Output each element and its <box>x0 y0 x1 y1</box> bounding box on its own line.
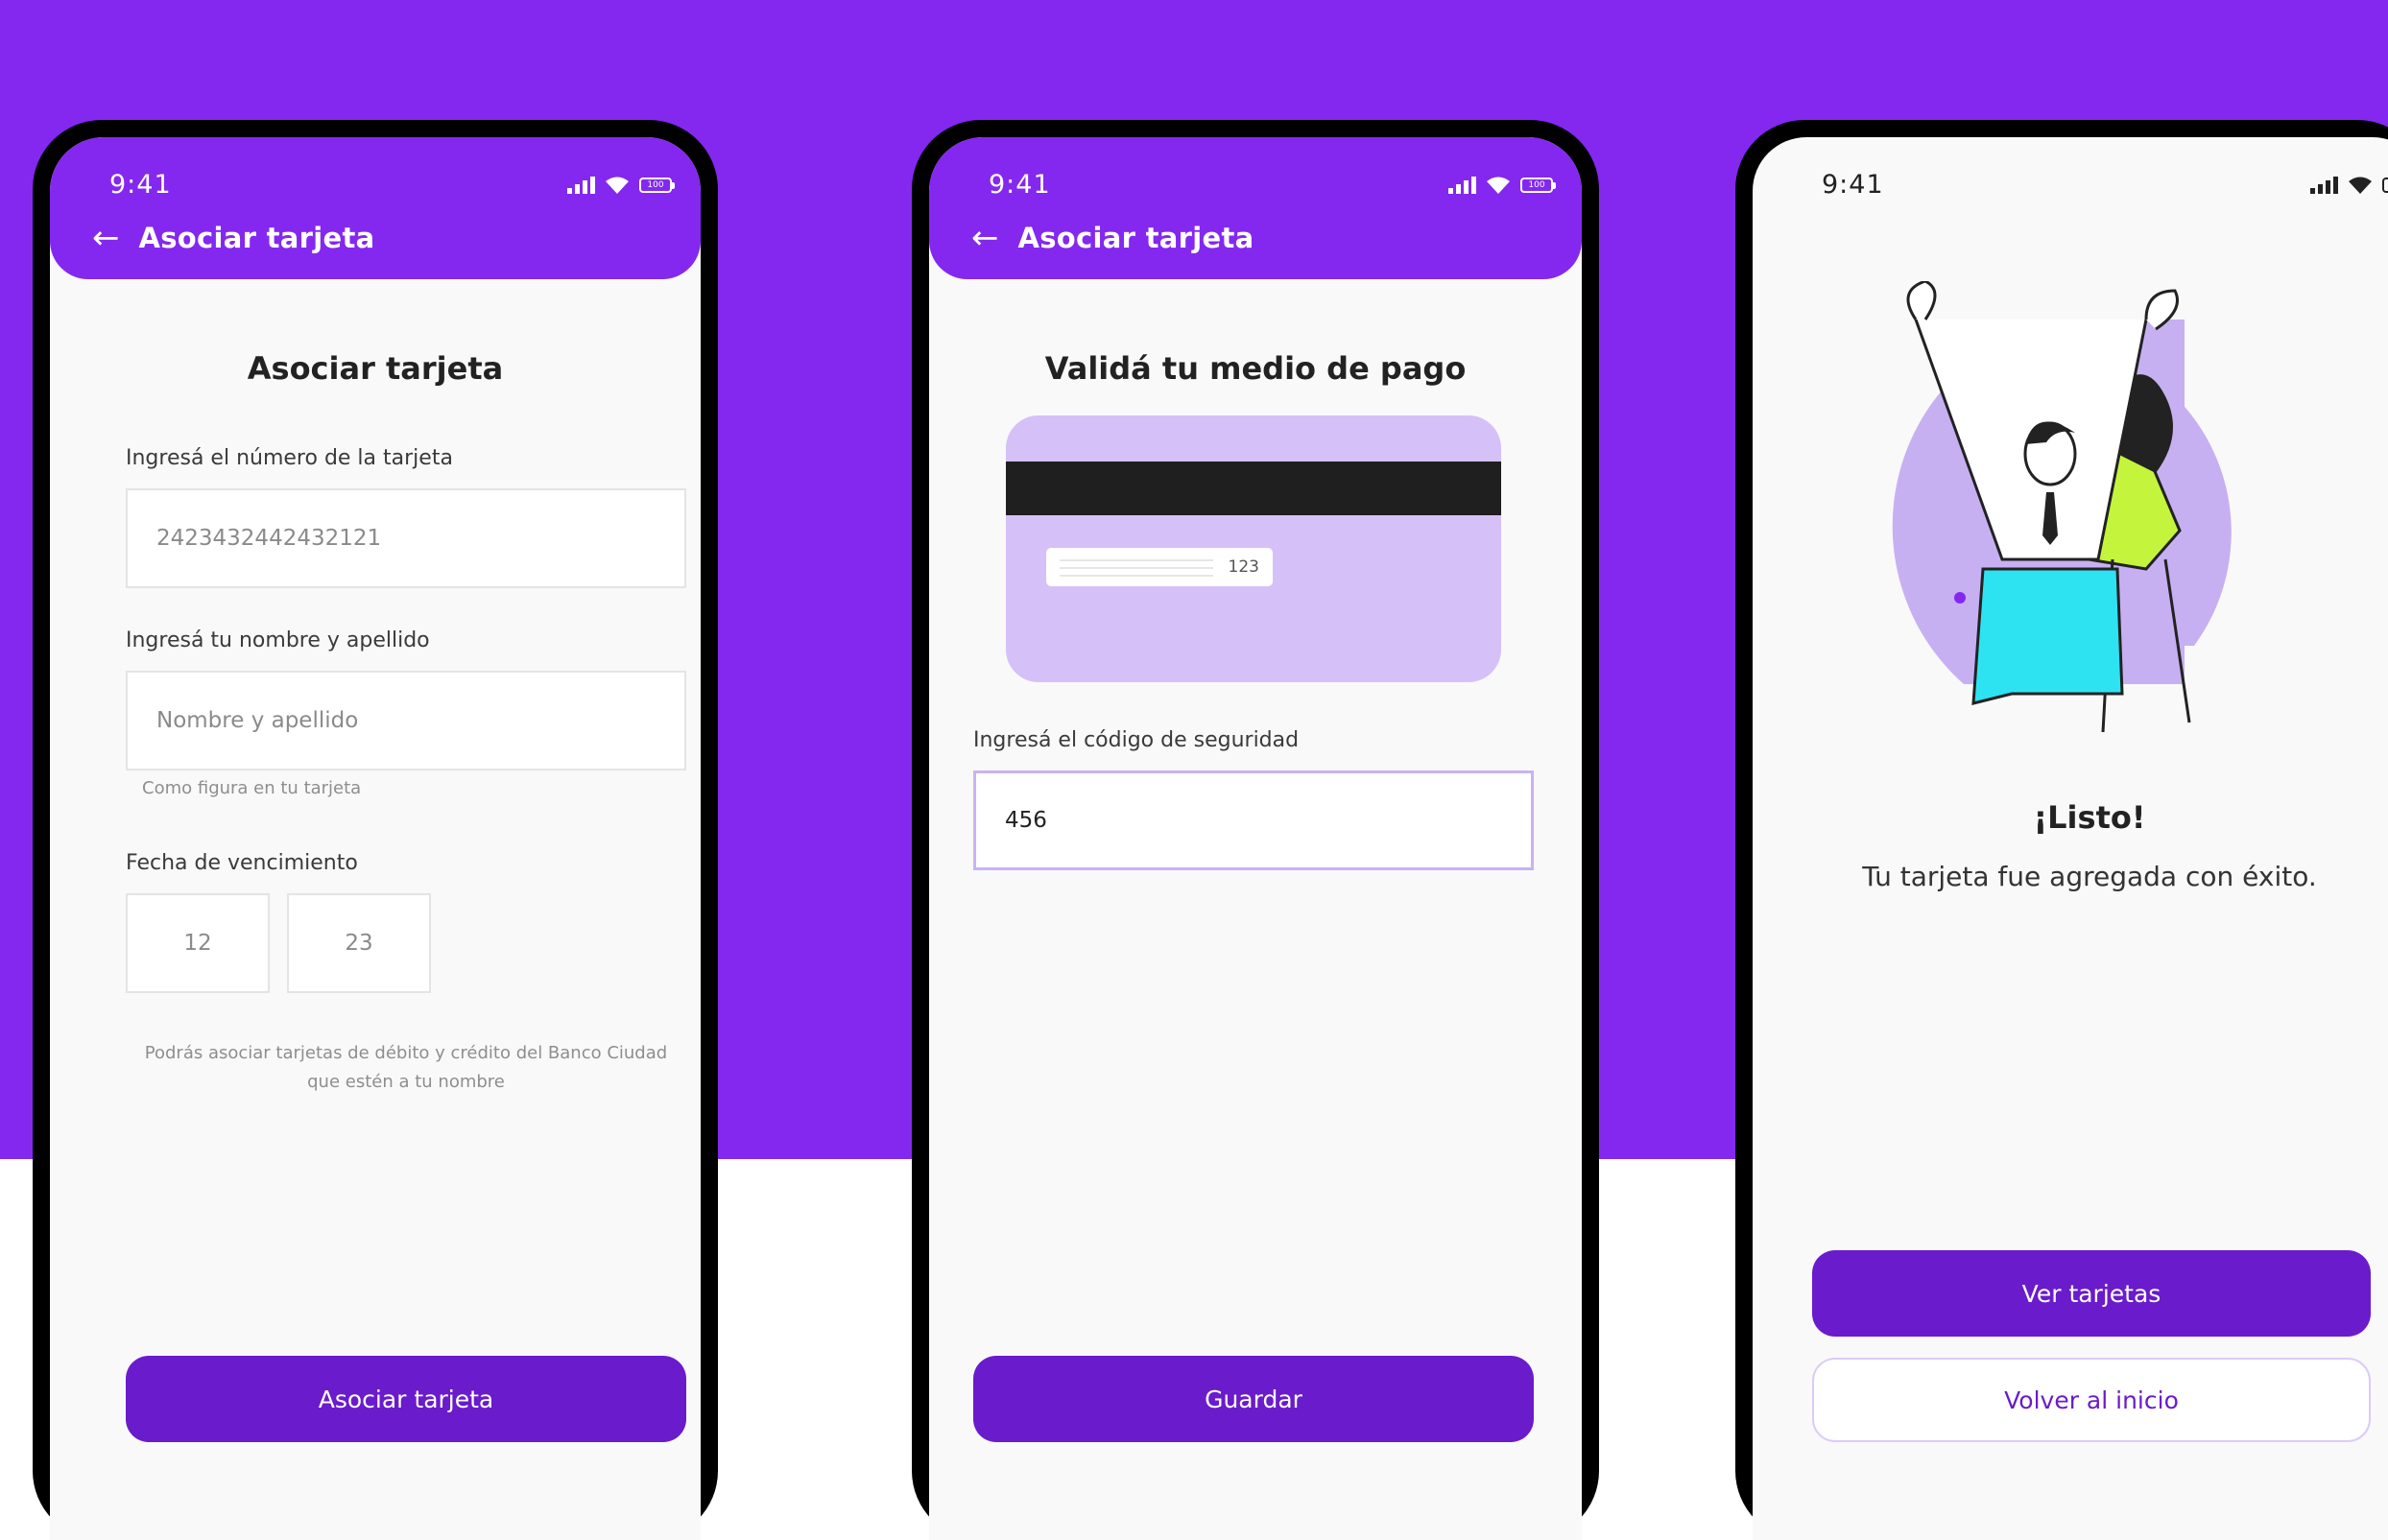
expiry-month-input[interactable]: 12 <box>126 893 270 993</box>
wifi-icon <box>1487 177 1510 194</box>
wifi-icon <box>2349 177 2372 194</box>
page-title: Validá tu medio de pago <box>1044 350 1467 387</box>
save-button[interactable]: Guardar <box>973 1356 1534 1442</box>
expiry-label: Fecha de vencimiento <box>126 851 358 875</box>
expiry-year-input[interactable]: 23 <box>287 893 431 993</box>
phone-frame-card-number: 9:41 100 ← Asociar tarjeta Asociar tarje… <box>33 120 718 1540</box>
name-hint: Como figura en tu tarjeta <box>142 778 362 798</box>
success-title: ¡Listo! <box>2033 799 2146 836</box>
screen-security-code: 9:41 100 ← Asociar tarjeta Validá tu med… <box>929 137 1582 1540</box>
back-arrow-icon[interactable]: ← <box>92 222 120 254</box>
status-bar: 9:41 100 <box>929 170 1582 208</box>
battery-level: 100 <box>647 180 664 190</box>
name-label: Ingresá tu nombre y apellido <box>126 628 430 652</box>
associate-card-button[interactable]: Asociar tarjeta <box>126 1356 686 1442</box>
back-arrow-icon[interactable]: ← <box>971 222 999 254</box>
phone-frame-security-code: 9:41 100 ← Asociar tarjeta Validá tu med… <box>912 120 1599 1540</box>
signal-icon <box>2310 177 2338 194</box>
card-number-input[interactable]: 2423432442432121 <box>126 488 686 588</box>
battery-icon: 100 <box>1520 178 1556 193</box>
app-header: 9:41 100 ← Asociar tarjeta <box>50 137 701 279</box>
battery-icon: 100 <box>639 178 675 193</box>
card-number-label: Ingresá el número de la tarjeta <box>126 446 453 470</box>
battery-level: 100 <box>1528 180 1545 190</box>
screen-success: 9:41 100 ¡Listo! Tu tarjeta fue agreg <box>1753 137 2388 1540</box>
signature-strip: 123 <box>1046 548 1273 586</box>
security-code-label: Ingresá el código de seguridad <box>973 728 1300 752</box>
info-note: Podrás asociar tarjetas de débito y créd… <box>144 1043 668 1092</box>
name-input[interactable]: Nombre y apellido <box>126 671 686 770</box>
signature-line <box>1060 567 1213 569</box>
card-back-illustration: 123 <box>1006 415 1501 682</box>
header-title: Asociar tarjeta <box>138 222 375 254</box>
status-time: 9:41 <box>1822 170 1884 200</box>
signature-line <box>1060 559 1213 561</box>
header-title: Asociar tarjeta <box>1017 222 1254 254</box>
page-title: Asociar tarjeta <box>247 350 504 387</box>
status-icons: 100 <box>2310 176 2388 195</box>
status-time: 9:41 <box>989 170 1051 200</box>
celebrating-people-illustration <box>1892 281 2232 732</box>
status-bar: 9:41 100 <box>50 170 701 208</box>
status-icons: 100 <box>567 176 675 195</box>
status-icons: 100 <box>1448 176 1556 195</box>
signal-icon <box>567 177 595 194</box>
success-message: Tu tarjeta fue agregada con éxito. <box>1862 861 2317 892</box>
battery-level: 100 <box>2384 179 2388 191</box>
phone-frame-success: 9:41 100 ¡Listo! Tu tarjeta fue agreg <box>1735 120 2388 1540</box>
magnetic-stripe <box>1006 462 1501 515</box>
battery-icon: 100 <box>2382 178 2388 193</box>
back-home-button[interactable]: Volver al inicio <box>1812 1358 2371 1442</box>
signature-line <box>1060 575 1213 577</box>
security-code-input[interactable]: 456 <box>973 770 1534 870</box>
view-cards-button[interactable]: Ver tarjetas <box>1812 1250 2371 1337</box>
signal-icon <box>1448 177 1476 194</box>
card-cvv-preview: 123 <box>1228 557 1259 577</box>
status-bar: 9:41 100 <box>1753 170 2388 208</box>
screen-card-number: 9:41 100 ← Asociar tarjeta Asociar tarje… <box>50 137 701 1540</box>
wifi-icon <box>606 177 629 194</box>
app-header: 9:41 100 ← Asociar tarjeta <box>929 137 1582 279</box>
status-time: 9:41 <box>109 170 172 200</box>
